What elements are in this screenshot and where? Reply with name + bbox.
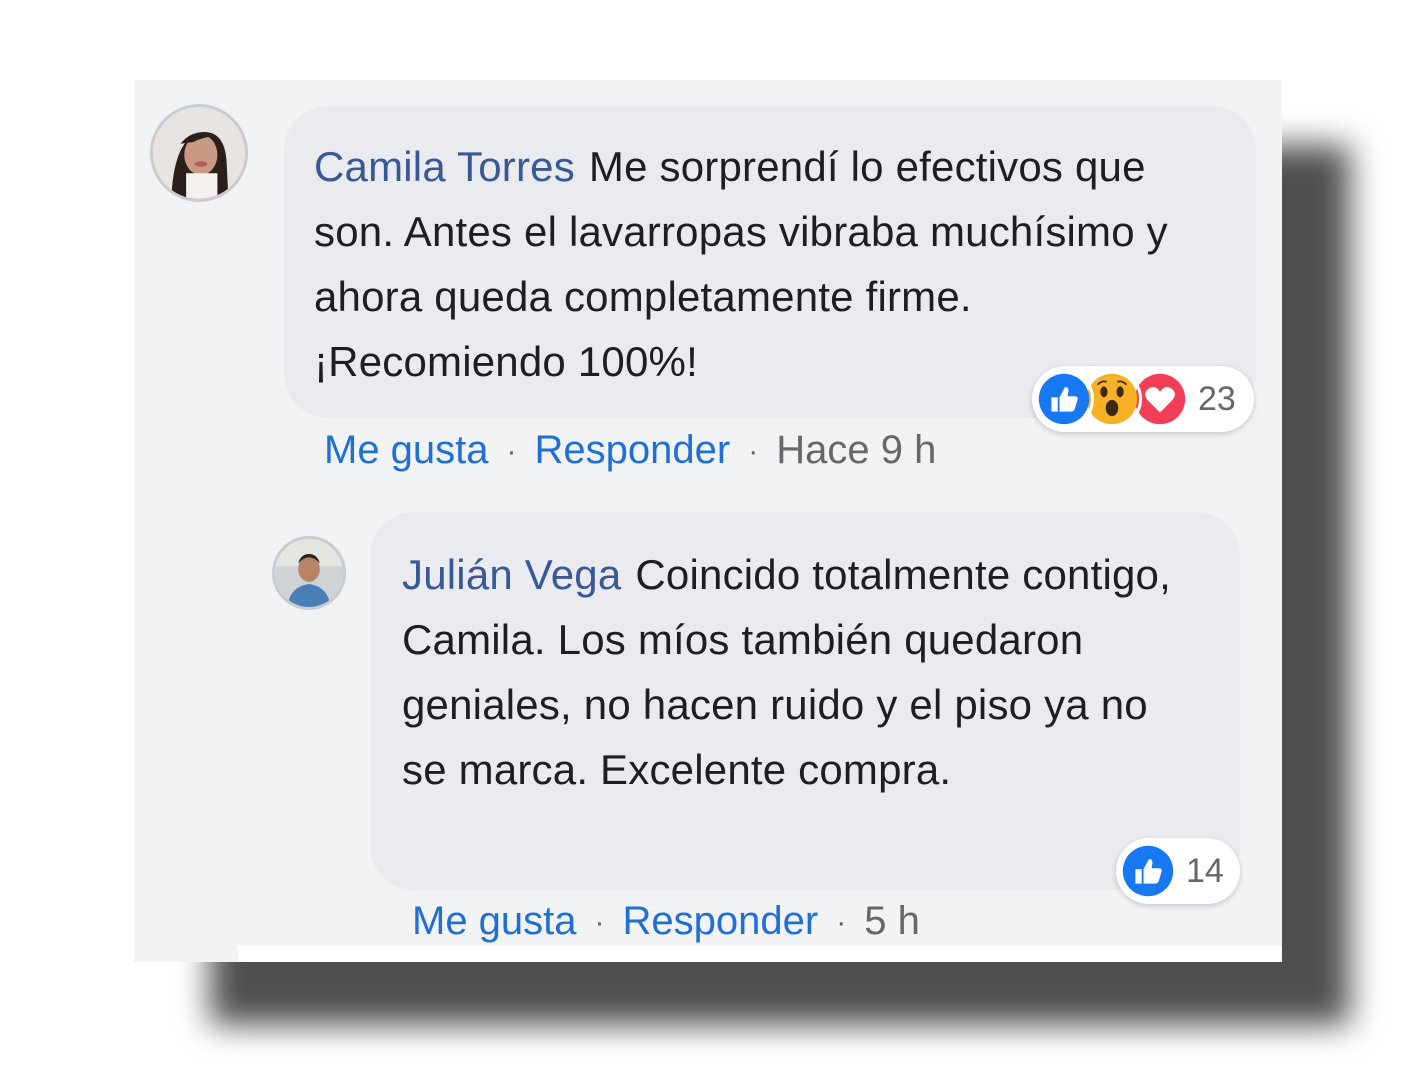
separator: · xyxy=(506,435,517,469)
separator: · xyxy=(748,435,759,469)
like-link[interactable]: Me gusta xyxy=(412,899,577,943)
comments-panel: Camila Torres Me sorprendí lo efectivos q… xyxy=(134,80,1282,962)
avatar-julian[interactable] xyxy=(272,536,346,610)
reply-link[interactable]: Responder xyxy=(623,899,819,943)
comment-bubble: Julián Vega Coincido totalmente contigo, … xyxy=(370,512,1240,890)
reactions-summary[interactable]: 14 xyxy=(1116,838,1240,904)
reply-link[interactable]: Responder xyxy=(535,428,731,472)
comment-actions: Me gusta · Responder · 5 h xyxy=(412,897,920,947)
avatar-camila[interactable] xyxy=(150,104,248,202)
comment-author[interactable]: Julián Vega xyxy=(402,551,621,598)
screenshot-stage: Camila Torres Me sorprendí lo efectivos q… xyxy=(0,0,1404,1080)
panel-bottom-edge xyxy=(238,946,1282,962)
like-icon xyxy=(1034,369,1094,429)
separator: · xyxy=(836,906,847,940)
comment-author[interactable]: Camila Torres xyxy=(314,143,575,190)
reactions-summary[interactable]: 23 xyxy=(1032,366,1254,432)
reaction-count: 23 xyxy=(1198,379,1236,418)
like-link[interactable]: Me gusta xyxy=(324,428,489,472)
avatar-photo-icon xyxy=(275,539,343,607)
comment-timestamp[interactable]: 5 h xyxy=(864,899,920,943)
like-icon xyxy=(1118,841,1178,901)
reaction-count: 14 xyxy=(1186,851,1224,890)
comment-timestamp[interactable]: Hace 9 h xyxy=(776,428,936,472)
separator: · xyxy=(594,906,605,940)
comment-actions: Me gusta · Responder · Hace 9 h xyxy=(324,426,936,476)
avatar-photo-icon xyxy=(153,107,245,199)
